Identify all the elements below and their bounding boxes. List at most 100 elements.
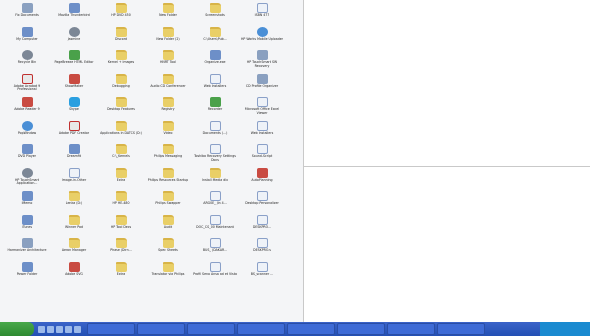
taskbar-button[interactable] [437,323,485,335]
desktop-icon[interactable]: BS_scanner ... [239,261,285,286]
desktop-icon[interactable]: C:\Users\Pub... [192,26,238,51]
desktop-icon[interactable]: HP Works Mobile Uploader [239,26,285,51]
desktop-icon[interactable]: Microsoft Office Excel Viewer [239,97,285,121]
desktop-icon[interactable]: Install Media dlx [192,167,238,192]
desktop-icon-label: C:\Users\Pub... [203,36,227,41]
desktop-icon-label: Kernel + Images [107,60,135,64]
desktop-icon[interactable]: My Computer [4,26,50,51]
desktop-icon[interactable]: Audio CD Conferencer [145,73,191,98]
desktop-icon[interactable]: Spec Sheets [145,238,191,262]
desktop-icon[interactable]: Extra [98,261,144,286]
desktop-icon[interactable]: Kernel + Images [98,50,144,74]
desktop-icon[interactable]: Translator via Philips [145,261,191,286]
desktop-icon[interactable]: HP Tool Decs [98,214,144,239]
desktop-icon[interactable]: Screenshots [192,3,238,27]
desktop-icon[interactable]: New Folder (2) [145,26,191,51]
desktop-icon-label: BUS_ (DAKAR... [202,248,228,252]
quick-launch-icon[interactable] [56,325,63,333]
desktop-icon[interactable]: PageBreeze HTML Editor [51,50,97,74]
desktop-icon[interactable]: Profil Seno Ansa ad et Vista [192,261,238,286]
folder-icon [162,120,174,131]
taskbar-button[interactable] [237,323,285,335]
desktop-icon[interactable]: Recorder [192,97,238,121]
app-icon [21,167,33,178]
app-icon [68,214,80,225]
taskbar-button[interactable] [187,323,235,335]
desktop-icon[interactable]: Desktop Personalizer [239,191,285,215]
desktop-icon[interactable]: Sound-Script [239,144,285,168]
folder-icon [115,73,127,84]
desktop-icon[interactable]: Fix Documents [4,3,50,27]
desktop-icon[interactable]: Aeron Manager [51,238,97,262]
quick-launch-icon[interactable] [74,325,81,333]
desktop-icon[interactable]: iTunes [4,214,50,239]
taskbar-button[interactable] [337,323,385,335]
desktop-icon[interactable]: Skype [51,97,97,121]
desktop-icon[interactable]: DESKPRO.s [239,238,285,262]
document-icon [209,214,221,225]
taskbar-button[interactable] [87,323,135,335]
desktop-icon[interactable]: Philips Swapper [145,191,191,215]
desktop-icon-label: Install Media dlx [202,177,228,182]
desktop-icon[interactable]: iMemo [4,191,50,215]
desktop-icon[interactable]: Dreamfit [51,144,97,168]
desktop-icon[interactable]: Image-in-Other [51,167,97,192]
desktop-icon[interactable]: Phase (Dirn... [98,238,144,262]
desktop-icon[interactable]: HP HE-480 [98,191,144,215]
start-button[interactable] [0,322,34,336]
desktop-icon[interactable]: Recycle Bin [4,50,50,74]
desktop-icon[interactable]: HP DVD 450 [98,3,144,27]
desktop-icon[interactable]: Audit [145,214,191,239]
desktop-icon[interactable]: Documents (...) [192,120,238,145]
taskbar-button[interactable] [287,323,335,335]
desktop-icon[interactable]: Power Folder [4,261,50,286]
desktop-icon[interactable]: New Folder [145,3,191,27]
desktop-icon[interactable]: ISBN 477 [239,3,285,27]
desktop-icon[interactable]: C:\_Kernels [98,144,144,168]
desktop-icon[interactable]: Registry [145,97,191,121]
desktop-icon[interactable]: DVD Player [4,144,50,168]
quick-launch-icon[interactable] [38,325,45,333]
desktop-icon[interactable]: Adobe Acrobat 9 Professional [4,73,50,98]
desktop-icon[interactable]: Adobe SVG [51,261,97,286]
desktop-icon[interactable]: HP TouchSmart Application... [4,167,50,192]
desktop-icon[interactable]: Philips Resources Startup [145,167,191,192]
desktop-icon[interactable]: Video [145,120,191,145]
taskbar-button[interactable] [137,323,185,335]
desktop-icon-label: ARG0E_ Jin 4... [203,201,227,205]
desktop-icon[interactable]: BUS_ (DAKAR... [192,238,238,262]
desktop-icon[interactable]: Extra [98,167,144,192]
desktop-icon[interactable]: PopWindow [4,120,50,145]
desktop-icon[interactable]: ARG0E_ Jin 4... [192,191,238,215]
desktop-icon[interactable]: DESKPRO... [239,214,285,239]
desktop-icon[interactable]: Mozilla Thunderbird [51,3,97,27]
desktop-icon-label: HP HE-480 [112,201,130,205]
desktop-icon-label: ISBN 477 [254,13,270,17]
pdf-icon [21,73,33,84]
media-icon [21,3,33,13]
desktop-icon[interactable]: Philips Messaging [145,144,191,168]
desktop-icon[interactable]: Harmanizer Architecture [4,238,50,262]
quick-launch-icon[interactable] [65,325,72,333]
desktop-icon[interactable]: Jasmine [51,26,97,51]
desktop-icon[interactable]: Adobe PDF Creator [51,120,97,145]
desktop-icon[interactable]: Lenka (D:) [51,191,97,215]
desktop-icon[interactable]: CD Profile Organizer [239,73,285,98]
desktop-icon[interactable]: Winner Pad [51,214,97,239]
desktop-icon[interactable]: Adobe Reader 9 [4,97,50,121]
desktop-icon[interactable]: HNRT Tool [145,50,191,74]
desktop-icon[interactable]: Toshiba Recovery Settings Docs [192,144,238,168]
desktop-icon[interactable]: Debugging [98,73,144,98]
desktop-icon[interactable]: Web Installers [239,120,285,145]
desktop-icon[interactable]: AutoPlanning [239,167,285,192]
desktop-icon[interactable]: Desktop Features [98,97,144,121]
desktop-icon[interactable]: Discord [98,26,144,51]
desktop-icon[interactable]: Organize.exe [192,50,238,74]
desktop-icon[interactable]: DOC_CS_00 Maintenant [192,214,238,239]
desktop-icon[interactable]: Applications in DATCS (D:) [98,120,144,145]
quick-launch-icon[interactable] [47,325,54,333]
desktop-icon[interactable]: ShowMaker [51,73,97,98]
desktop-icon[interactable]: Web Installers [192,73,238,98]
desktop-icon[interactable]: HP TouchSmart SW Recovery [239,50,285,74]
taskbar-button[interactable] [387,323,435,335]
